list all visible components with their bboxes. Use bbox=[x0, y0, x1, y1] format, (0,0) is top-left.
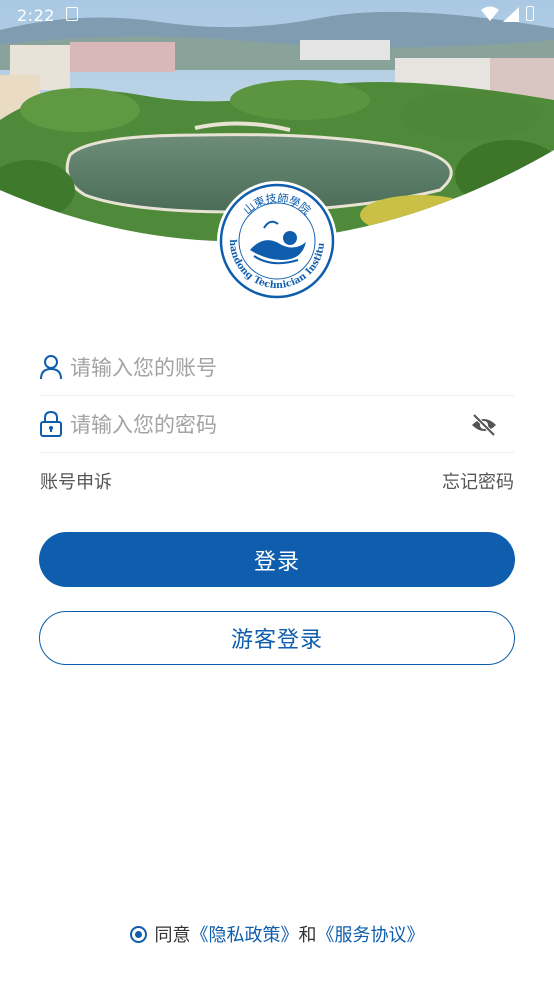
account-links-row: 账号申诉 忘记密码 bbox=[40, 468, 514, 494]
guest-login-button[interactable]: 游客登录 bbox=[39, 611, 515, 665]
service-agreement-link[interactable]: 《服务协议》 bbox=[317, 921, 425, 947]
school-logo: 山東技師學院 Shandong Technician Institute bbox=[213, 172, 338, 302]
radio-checked-icon[interactable] bbox=[129, 925, 147, 943]
account-field-row bbox=[40, 340, 514, 396]
status-time: 2:22 bbox=[17, 6, 55, 25]
account-appeal-link[interactable]: 账号申诉 bbox=[40, 468, 112, 494]
agree-text: 同意 bbox=[154, 925, 191, 946]
user-icon bbox=[40, 355, 62, 380]
lock-icon bbox=[40, 411, 62, 437]
eye-off-icon[interactable] bbox=[470, 411, 498, 439]
password-field-row bbox=[40, 397, 514, 453]
agreement-row: 同意 《隐私政策》 和 《服务协议》 bbox=[0, 920, 554, 948]
wifi-icon bbox=[481, 6, 499, 21]
forgot-password-link[interactable]: 忘记密码 bbox=[442, 468, 514, 494]
and-text: 和 bbox=[298, 925, 317, 946]
privacy-policy-link[interactable]: 《隐私政策》 bbox=[191, 921, 299, 947]
signal-icon bbox=[503, 7, 519, 22]
login-button[interactable]: 登录 bbox=[39, 532, 515, 587]
password-input[interactable] bbox=[70, 407, 470, 443]
account-input[interactable] bbox=[70, 350, 470, 386]
battery-icon bbox=[526, 6, 534, 21]
status-bar: 2:22 bbox=[0, 0, 554, 30]
notification-icon bbox=[66, 7, 78, 21]
